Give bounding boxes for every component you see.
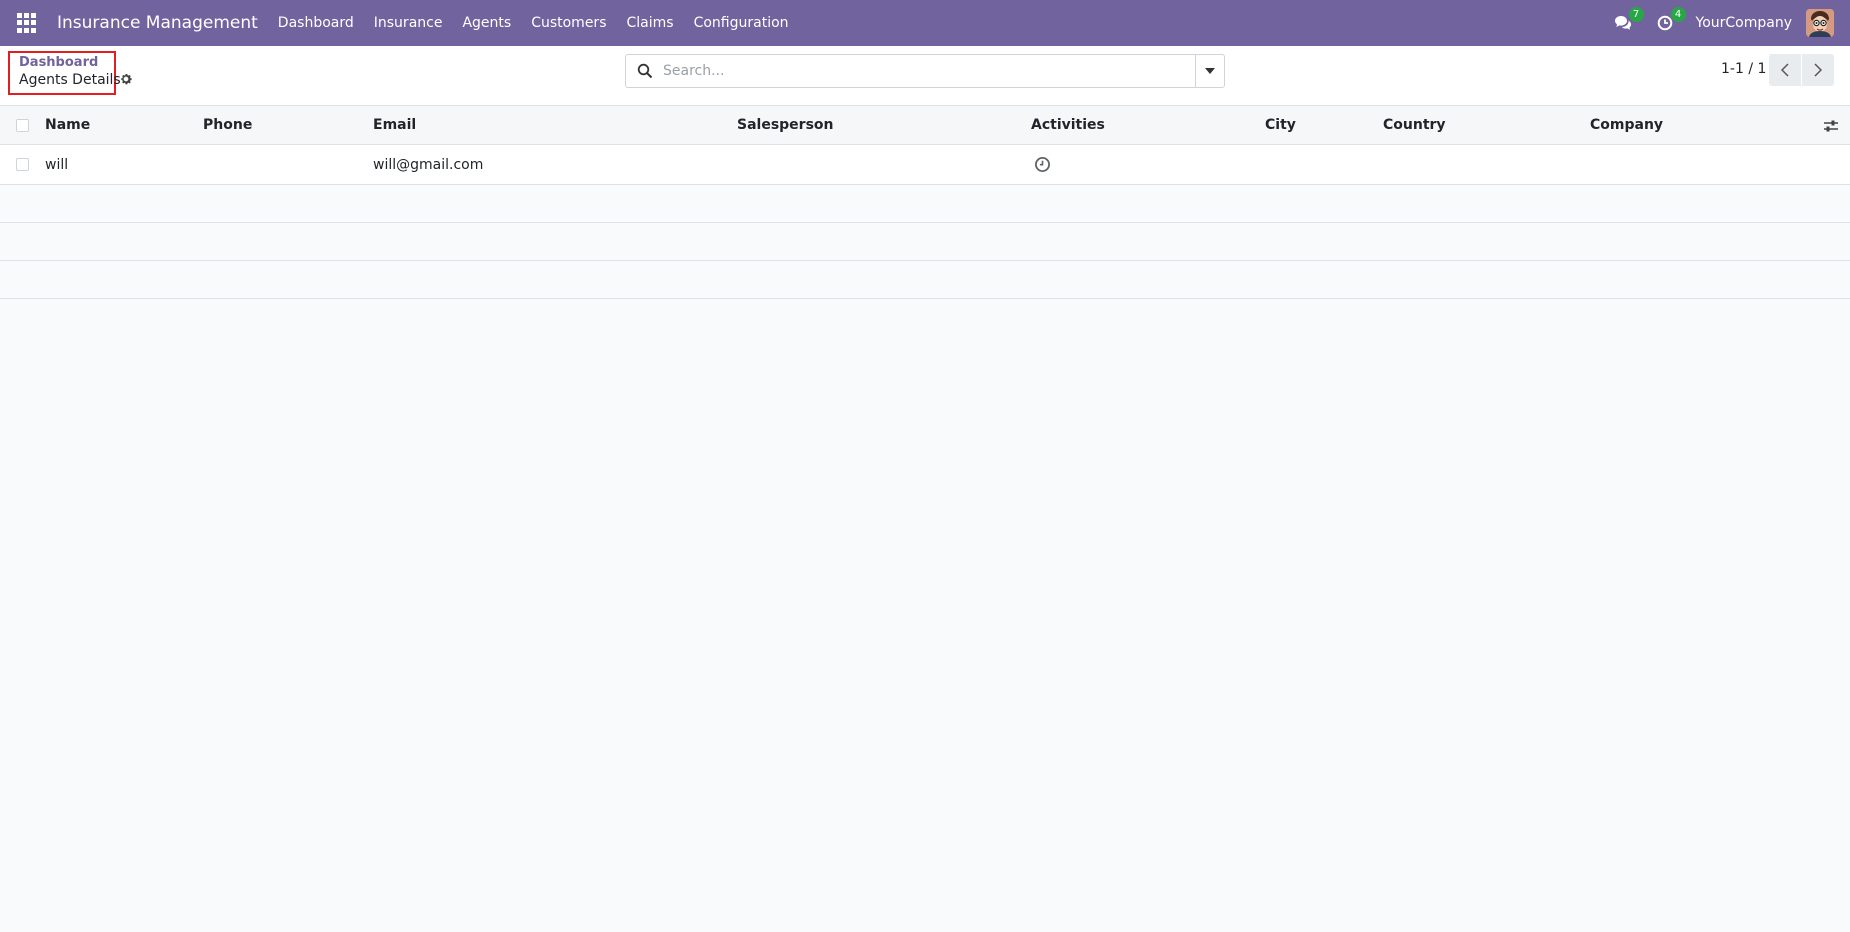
activity-clock-icon[interactable] xyxy=(1034,156,1051,173)
empty-row xyxy=(0,261,1850,299)
empty-row xyxy=(0,185,1850,223)
row-checkbox[interactable] xyxy=(16,158,29,171)
select-all-checkbox[interactable] xyxy=(16,119,29,132)
search-options-toggle[interactable] xyxy=(1195,55,1224,87)
clock-icon xyxy=(1657,15,1672,31)
column-header-name[interactable]: Name xyxy=(45,106,90,144)
user-avatar[interactable] xyxy=(1806,9,1834,37)
chevron-left-icon xyxy=(1781,63,1789,77)
pager-next-button[interactable] xyxy=(1802,54,1834,86)
caret-down-icon xyxy=(1205,68,1215,74)
company-switcher[interactable]: YourCompany xyxy=(1696,15,1793,31)
activities-count-badge: 4 xyxy=(1670,7,1686,22)
search-bar xyxy=(625,54,1225,88)
breadcrumb: Dashboard Agents Details xyxy=(8,51,121,95)
apps-menu-icon[interactable] xyxy=(17,13,37,33)
empty-row xyxy=(0,223,1850,261)
table-header-row: Name Phone Email Salesperson Activities … xyxy=(0,106,1850,145)
chevron-right-icon xyxy=(1814,63,1822,77)
agents-list-table: Name Phone Email Salesperson Activities … xyxy=(0,106,1850,299)
cell-activities xyxy=(1034,145,1051,184)
column-header-phone[interactable]: Phone xyxy=(203,106,252,144)
pager-value[interactable]: 1-1 / 1 xyxy=(1721,61,1766,77)
messages-count-badge: 7 xyxy=(1628,7,1644,22)
pager-previous-button[interactable] xyxy=(1769,54,1801,86)
main-menu: Dashboard Insurance Agents Customers Cla… xyxy=(268,0,799,46)
column-header-company[interactable]: Company xyxy=(1590,106,1663,144)
systray: 7 4 YourCompany xyxy=(1612,0,1850,46)
search-icon xyxy=(637,63,653,79)
app-brand[interactable]: Insurance Management xyxy=(57,13,258,33)
gear-icon[interactable] xyxy=(119,72,133,86)
menu-item-dashboard[interactable]: Dashboard xyxy=(268,0,364,46)
column-header-salesperson[interactable]: Salesperson xyxy=(737,106,834,144)
column-header-country[interactable]: Country xyxy=(1383,106,1446,144)
menu-item-customers[interactable]: Customers xyxy=(521,0,616,46)
cell-email: will@gmail.com xyxy=(373,156,484,173)
column-options-icon[interactable] xyxy=(1823,118,1839,134)
breadcrumb-dashboard-link[interactable]: Dashboard xyxy=(19,55,98,70)
top-navbar: Insurance Management Dashboard Insurance… xyxy=(0,0,1850,46)
menu-item-agents[interactable]: Agents xyxy=(452,0,521,46)
menu-item-insurance[interactable]: Insurance xyxy=(364,0,453,46)
cell-name: will xyxy=(45,156,69,173)
control-panel: Dashboard Agents Details 1-1 / 1 xyxy=(0,46,1850,106)
column-header-city[interactable]: City xyxy=(1265,106,1296,144)
menu-item-configuration[interactable]: Configuration xyxy=(684,0,799,46)
menu-item-claims[interactable]: Claims xyxy=(617,0,684,46)
table-row[interactable]: will will@gmail.com xyxy=(0,145,1850,185)
activities-button[interactable]: 4 xyxy=(1654,7,1686,34)
column-header-activities[interactable]: Activities xyxy=(1031,106,1105,144)
avatar-image xyxy=(1806,9,1834,37)
messages-button[interactable]: 7 xyxy=(1612,7,1644,34)
column-header-email[interactable]: Email xyxy=(373,106,416,144)
page-title: Agents Details xyxy=(19,72,121,88)
search-input[interactable] xyxy=(663,56,1195,86)
